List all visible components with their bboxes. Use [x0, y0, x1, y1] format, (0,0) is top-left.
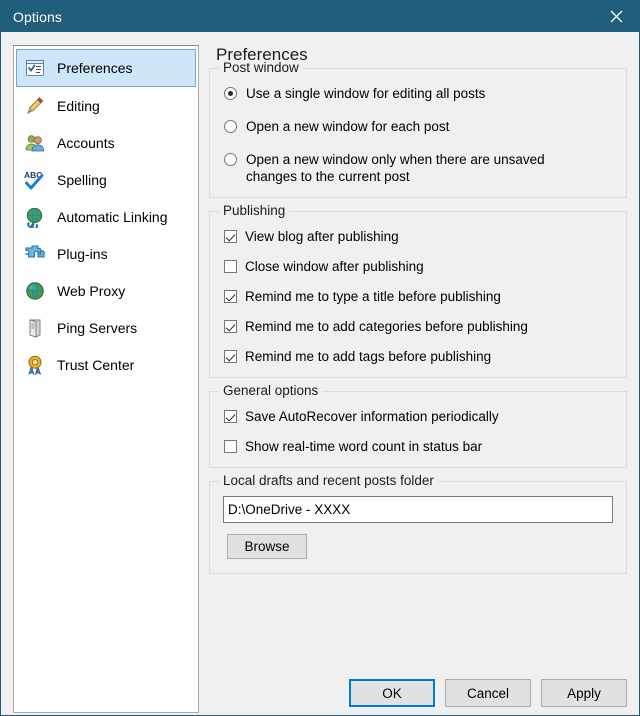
sidebar-item-trust-center[interactable]: Trust Center: [16, 346, 196, 383]
sidebar-item-label: Trust Center: [57, 356, 135, 373]
group-body-local-drafts: Browse: [210, 482, 626, 573]
checkbox-label: Save AutoRecover information periodicall…: [245, 409, 499, 424]
sidebar-item-spelling[interactable]: ABC Spelling: [16, 161, 196, 198]
checkbox-close-window-after-publishing[interactable]: Close window after publishing: [224, 258, 612, 275]
users-icon: [22, 130, 48, 156]
checkbox-save-autorecover[interactable]: Save AutoRecover information periodicall…: [224, 408, 612, 425]
pencil-icon: [22, 93, 48, 119]
ribbon-icon: [22, 352, 48, 378]
dialog-button-bar: OK Cancel Apply: [349, 671, 627, 715]
radio-indicator: [224, 87, 237, 100]
radio-label: Open a new window for each post: [246, 119, 450, 134]
sidebar-item-plug-ins[interactable]: Plug-ins: [16, 235, 196, 272]
options-dialog: Options Preferences Editing Accounts ABC…: [0, 0, 640, 716]
sidebar-item-editing[interactable]: Editing: [16, 87, 196, 124]
sidebar-item-ping-servers[interactable]: Ping Servers: [16, 309, 196, 346]
checkbox-remind-tags[interactable]: Remind me to add tags before publishing: [224, 348, 612, 365]
sidebar-item-label: Web Proxy: [57, 282, 126, 299]
group-publishing: Publishing View blog after publishing Cl…: [209, 203, 627, 378]
checkbox-show-word-count[interactable]: Show real-time word count in status bar: [224, 438, 612, 455]
checkbox-view-blog-after-publishing[interactable]: View blog after publishing: [224, 228, 612, 245]
group-title-general-options: General options: [219, 383, 323, 398]
sidebar-item-label: Ping Servers: [57, 319, 138, 336]
sidebar-item-label: Automatic Linking: [57, 208, 168, 225]
checkbox-indicator: [224, 260, 237, 273]
dialog-body: Preferences Editing Accounts ABC Spellin…: [1, 32, 639, 715]
checkbox-label: Show real-time word count in status bar: [245, 439, 483, 454]
checkbox-indicator: [224, 230, 237, 243]
sidebar-item-label: Preferences: [57, 60, 133, 76]
close-icon: [610, 10, 623, 23]
group-body-publishing: View blog after publishing Close window …: [210, 212, 626, 377]
radio-indicator: [224, 120, 237, 133]
group-local-drafts: Local drafts and recent posts folder Bro…: [209, 473, 627, 574]
apply-button[interactable]: Apply: [541, 679, 627, 707]
server-icon: [22, 315, 48, 341]
checklist-icon: [22, 55, 48, 81]
radio-indicator: [224, 153, 237, 166]
checkbox-label: View blog after publishing: [245, 229, 399, 244]
sidebar-item-label: Spelling: [57, 171, 107, 188]
ok-button[interactable]: OK: [349, 679, 435, 707]
globe-icon: [22, 278, 48, 304]
group-title-local-drafts: Local drafts and recent posts folder: [219, 473, 438, 488]
checkbox-indicator: [224, 320, 237, 333]
sidebar-item-label: Plug-ins: [57, 245, 108, 262]
group-title-post-window: Post window: [219, 60, 303, 75]
checkbox-indicator: [224, 440, 237, 453]
group-post-window: Post window Use a single window for edit…: [209, 60, 627, 198]
close-button[interactable]: [593, 1, 639, 32]
checkbox-indicator: [224, 290, 237, 303]
browse-button[interactable]: Browse: [227, 534, 307, 559]
checkbox-label: Remind me to add tags before publishing: [245, 349, 492, 364]
local-drafts-folder-input[interactable]: [223, 496, 613, 523]
group-body-post-window: Use a single window for editing all post…: [210, 69, 626, 197]
radio-single-window[interactable]: Use a single window for editing all post…: [224, 85, 612, 102]
group-general-options: General options Save AutoRecover informa…: [209, 383, 627, 468]
checkbox-indicator: [224, 410, 237, 423]
sidebar-item-accounts[interactable]: Accounts: [16, 124, 196, 161]
sidebar-item-preferences[interactable]: Preferences: [16, 49, 196, 87]
puzzle-icon: [22, 241, 48, 267]
checkbox-label: Remind me to add categories before publi…: [245, 319, 528, 334]
radio-label: Use a single window for editing all post…: [246, 86, 486, 101]
group-body-general-options: Save AutoRecover information periodicall…: [210, 392, 626, 467]
radio-label: Open a new window only when there are un…: [246, 152, 545, 184]
sidebar-item-automatic-linking[interactable]: Automatic Linking: [16, 198, 196, 235]
checkbox-label: Close window after publishing: [245, 259, 424, 274]
checkbox-label: Remind me to type a title before publish…: [245, 289, 501, 304]
globe-link-icon: [22, 204, 48, 230]
preferences-pane: Preferences Post window Use a single win…: [209, 45, 627, 713]
title-bar: Options: [1, 1, 639, 32]
checkbox-remind-categories[interactable]: Remind me to add categories before publi…: [224, 318, 612, 335]
window-title: Options: [13, 8, 62, 25]
sidebar-item-web-proxy[interactable]: Web Proxy: [16, 272, 196, 309]
category-list[interactable]: Preferences Editing Accounts ABC Spellin…: [13, 45, 199, 713]
sidebar-item-label: Editing: [57, 97, 100, 114]
checkbox-indicator: [224, 350, 237, 363]
sidebar-item-label: Accounts: [57, 134, 115, 151]
group-title-publishing: Publishing: [219, 203, 290, 218]
abc-check-icon: ABC: [22, 167, 48, 193]
cancel-button[interactable]: Cancel: [445, 679, 531, 707]
radio-new-window-each-post[interactable]: Open a new window for each post: [224, 118, 612, 135]
checkbox-remind-title[interactable]: Remind me to type a title before publish…: [224, 288, 612, 305]
radio-new-window-unsaved[interactable]: Open a new window only when there are un…: [224, 151, 612, 185]
